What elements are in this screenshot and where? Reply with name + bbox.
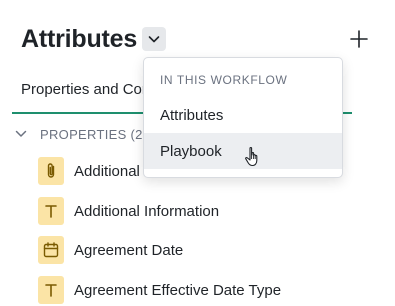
list-item-label: Additional Information — [74, 202, 220, 220]
list-item-label: Agreement Date — [74, 241, 184, 259]
tab-properties[interactable]: Properties and Con — [21, 81, 146, 98]
paperclip-icon — [38, 157, 64, 185]
properties-section-header[interactable]: PROPERTIES (2 — [14, 124, 143, 144]
list-item[interactable]: Agreement Effective Date Type — [38, 275, 281, 305]
hand-pointer-cursor-icon — [245, 146, 258, 167]
chevron-down-icon — [148, 36, 160, 43]
list-item-label: Agreement Effective Date Type — [74, 281, 282, 299]
list-item[interactable]: Agreement Date — [38, 235, 183, 265]
plus-icon — [350, 30, 368, 48]
list-item[interactable]: Additional — [38, 156, 140, 186]
workflow-dropdown-menu: IN THIS WORKFLOW Attributes Playbook — [143, 57, 343, 178]
text-type-icon — [38, 197, 64, 225]
menu-section-heading: IN THIS WORKFLOW — [160, 73, 288, 87]
section-label: PROPERTIES (2 — [40, 126, 143, 142]
text-type-icon — [38, 276, 64, 304]
title-dropdown-toggle[interactable] — [142, 27, 166, 51]
menu-item-attributes[interactable]: Attributes — [144, 97, 342, 133]
menu-item-playbook[interactable]: Playbook — [144, 133, 342, 169]
list-item-label: Additional — [74, 162, 140, 180]
calendar-icon — [38, 236, 64, 264]
add-attribute-button[interactable] — [348, 28, 370, 50]
page-title: Attributes — [21, 25, 138, 53]
chevron-down-icon — [15, 130, 27, 137]
list-item[interactable]: Additional Information — [38, 196, 219, 226]
